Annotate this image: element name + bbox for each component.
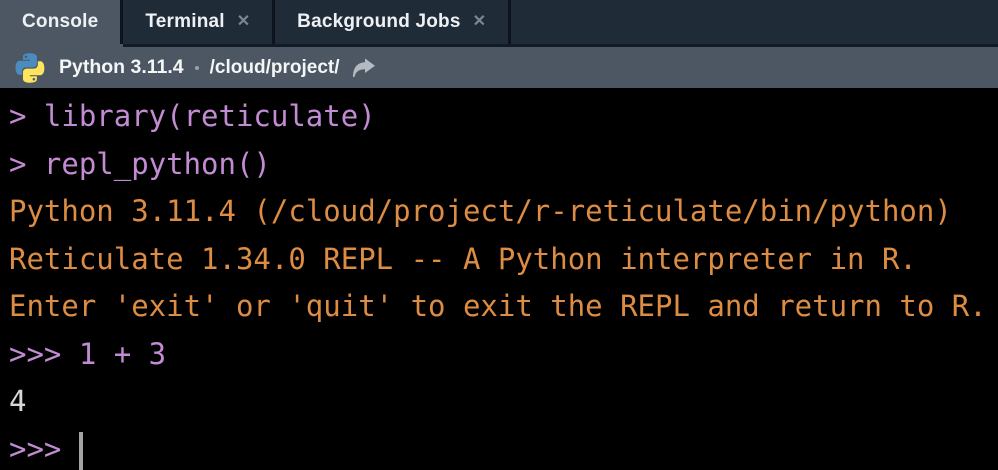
dot-separator-icon	[194, 65, 199, 70]
tab-bar: Console Terminal ✕ Background Jobs ✕	[0, 0, 998, 47]
console-line-r-input: > library(reticulate)	[9, 99, 376, 133]
tab-terminal-label: Terminal	[145, 11, 225, 32]
tab-background-jobs[interactable]: Background Jobs ✕	[275, 0, 512, 44]
close-icon[interactable]: ✕	[237, 14, 250, 30]
close-icon[interactable]: ✕	[473, 14, 486, 30]
tab-console[interactable]: Console	[0, 0, 124, 47]
console-output-area[interactable]: > library(reticulate) > repl_python() Py…	[0, 88, 998, 470]
tab-terminal[interactable]: Terminal ✕	[123, 0, 276, 44]
tab-background-jobs-label: Background Jobs	[297, 11, 461, 32]
interpreter-header: Python 3.11.4 /cloud/project/	[0, 47, 998, 88]
console-line-python-banner: Reticulate 1.34.0 REPL -- A Python inter…	[9, 241, 917, 276]
python-prompt: >>>	[9, 431, 79, 466]
python-logo-icon	[15, 52, 45, 83]
console-line-r-input: > repl_python()	[9, 146, 271, 181]
console-pane: Console Terminal ✕ Background Jobs ✕ Pyt…	[0, 0, 998, 470]
goto-directory-arrow-icon[interactable]	[350, 58, 376, 78]
console-line-python-banner: Enter 'exit' or 'quit' to exit the REPL …	[9, 289, 987, 323]
interpreter-version: Python 3.11.4	[59, 56, 184, 78]
console-line-python-banner: Python 3.11.4 (/cloud/project/r-reticula…	[9, 194, 952, 228]
working-directory: /cloud/project/	[209, 56, 340, 78]
console-line-python-input: >>> 1 + 3	[9, 336, 167, 371]
console-prompt-line: >>>	[9, 426, 998, 470]
tab-console-label: Console	[22, 11, 99, 32]
text-cursor	[78, 431, 83, 470]
console-line-python-output: 4	[9, 384, 27, 418]
tab-bar-filler	[511, 0, 998, 44]
